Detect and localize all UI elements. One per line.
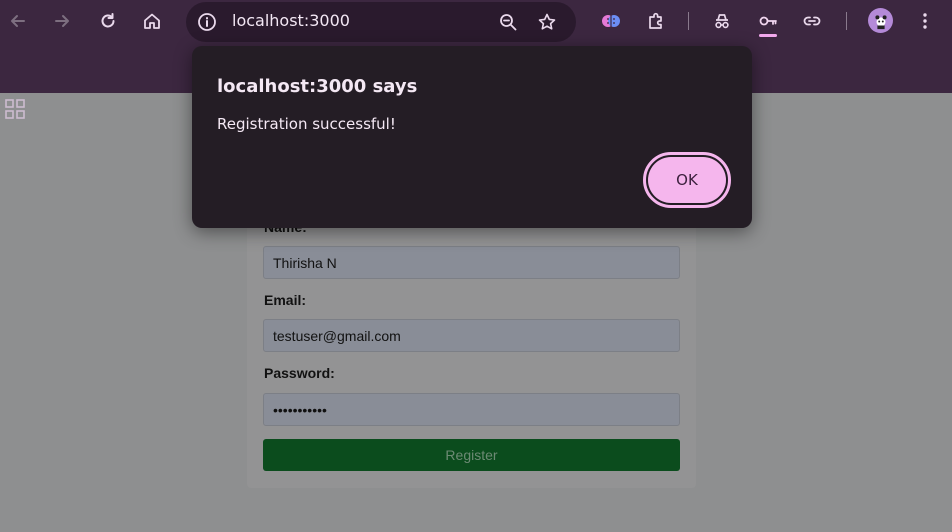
site-info-icon[interactable] xyxy=(194,9,220,35)
name-input[interactable]: Thirisha N xyxy=(263,246,680,279)
password-input[interactable]: ••••••••••• xyxy=(263,393,680,426)
back-icon[interactable] xyxy=(4,7,32,35)
url-text[interactable]: localhost:3000 xyxy=(232,11,350,30)
active-indicator xyxy=(759,34,777,37)
more-menu-icon[interactable] xyxy=(911,7,939,35)
dialog-message: Registration successful! xyxy=(217,115,396,133)
dialog-title: localhost:3000 says xyxy=(217,76,418,97)
password-key-icon[interactable] xyxy=(754,7,782,35)
email-label: Email: xyxy=(264,292,307,308)
address-bar[interactable]: localhost:3000 xyxy=(186,2,576,42)
gemini-brain-icon[interactable] xyxy=(597,7,625,35)
home-icon[interactable] xyxy=(138,7,166,35)
ok-button-label[interactable]: OK xyxy=(648,157,726,203)
profile-avatar[interactable] xyxy=(868,8,893,33)
browser-toolbar: localhost:3000 xyxy=(0,0,952,42)
email-input[interactable]: testuser@gmail.com xyxy=(263,319,680,352)
ok-button[interactable]: OK xyxy=(643,152,731,208)
password-label: Password: xyxy=(264,365,335,381)
alert-dialog: localhost:3000 says Registration success… xyxy=(192,46,752,228)
toolbar-divider xyxy=(846,12,847,30)
toolbar-divider xyxy=(688,12,689,30)
reload-icon[interactable] xyxy=(94,7,122,35)
extensions-icon[interactable] xyxy=(642,7,670,35)
register-button[interactable]: Register xyxy=(263,439,680,471)
apps-grid-icon[interactable] xyxy=(4,98,26,120)
bookmark-star-icon[interactable] xyxy=(535,10,559,34)
link-icon[interactable] xyxy=(798,7,826,35)
forward-icon[interactable] xyxy=(48,7,76,35)
incognito-icon[interactable] xyxy=(708,7,736,35)
zoom-icon[interactable] xyxy=(496,10,520,34)
